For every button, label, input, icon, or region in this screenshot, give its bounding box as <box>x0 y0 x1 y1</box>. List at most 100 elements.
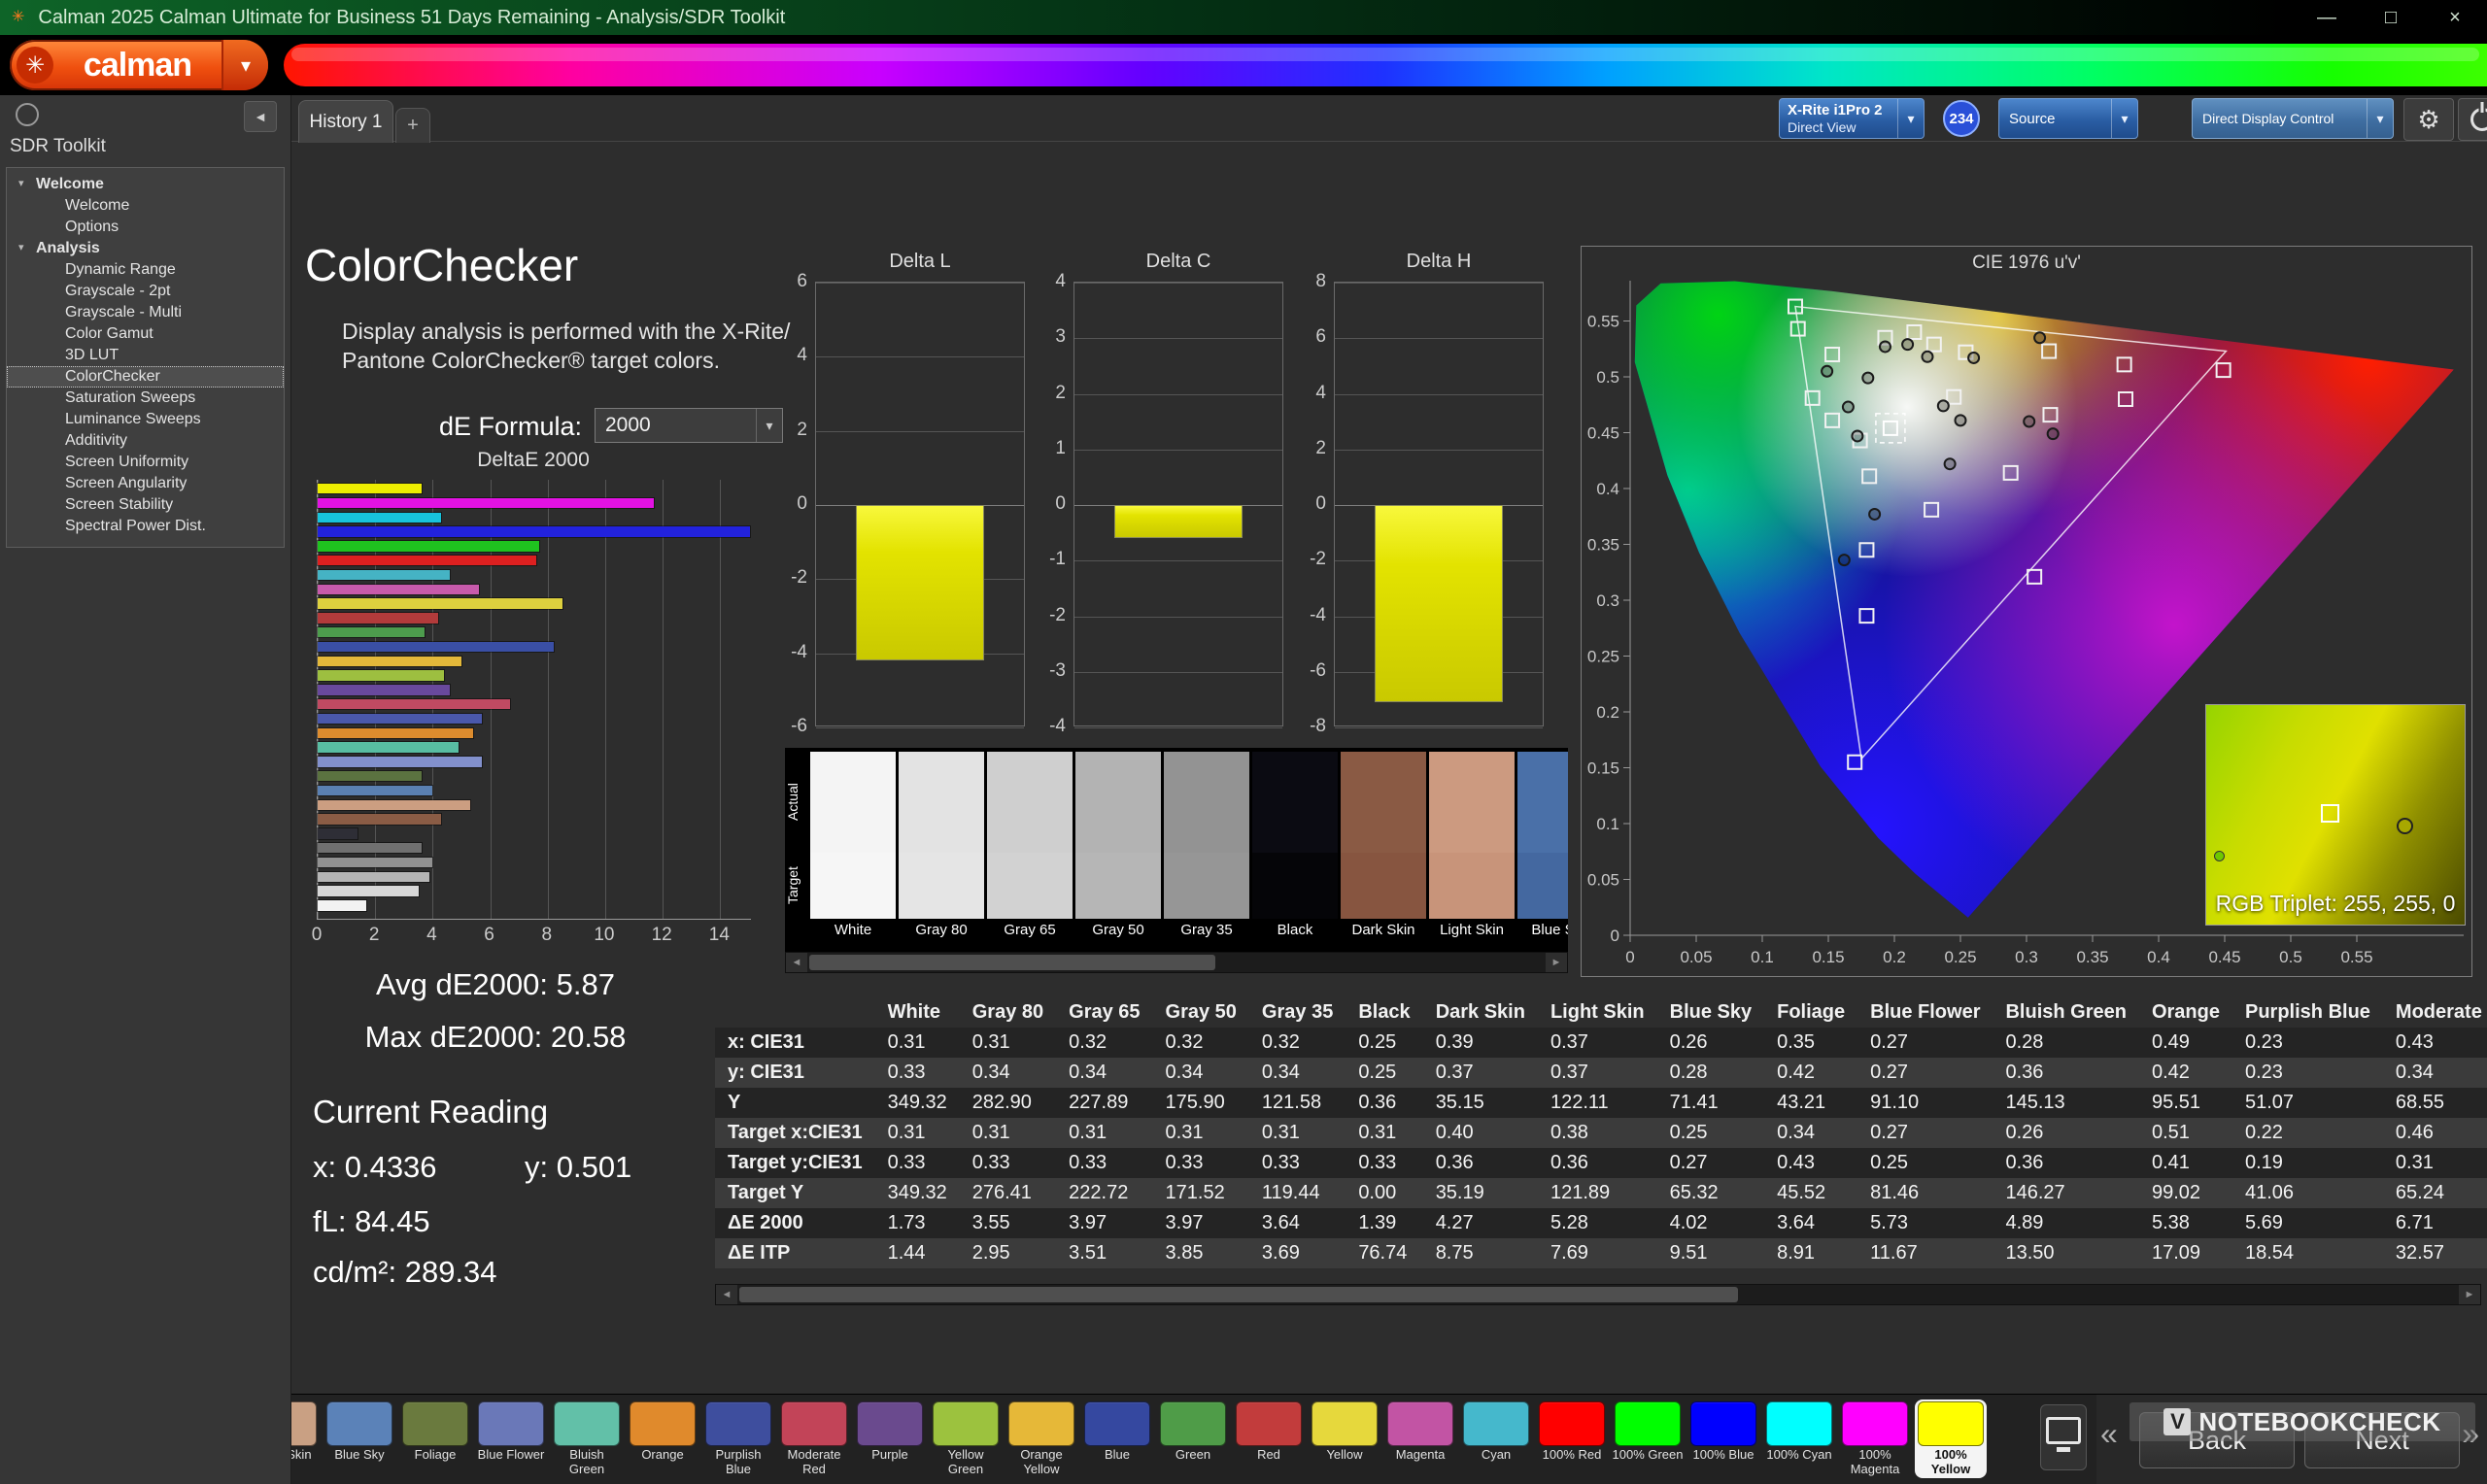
chevron-down-icon[interactable]: ▾ <box>1897 99 1924 138</box>
sidebar-item-additivity[interactable]: Additivity <box>7 430 284 452</box>
table-cell: 0.33 <box>875 1058 960 1088</box>
tree-expand-icon[interactable]: ▾ <box>18 241 24 253</box>
swatch-gray-35[interactable]: Gray 35 <box>1164 752 1249 946</box>
patch-button-100-yellow[interactable]: 100% Yellow <box>1915 1400 1987 1478</box>
patch-button-purplish-blue[interactable]: Purplish Blue <box>702 1400 774 1478</box>
gridline <box>1074 560 1282 561</box>
gridline <box>1074 672 1282 673</box>
table-cell: 0.32 <box>1153 1028 1249 1058</box>
sidebar-item-saturation-sweeps[interactable]: Saturation Sweeps <box>7 388 284 409</box>
patch-button-moderate-red[interactable]: Moderate Red <box>778 1400 850 1478</box>
swatch-white[interactable]: White <box>810 752 896 946</box>
sidebar-item-grayscale-2pt[interactable]: Grayscale - 2pt <box>7 281 284 302</box>
patch-button-cyan[interactable]: Cyan <box>1460 1400 1532 1478</box>
patch-button-100-cyan[interactable]: 100% Cyan <box>1763 1400 1835 1478</box>
bar-100-green <box>318 541 539 551</box>
calman-menu-arrow-icon[interactable]: ▾ <box>221 40 268 90</box>
swatch-target <box>1517 853 1568 919</box>
swatch-blue-sky[interactable]: Blue Sky <box>1517 752 1568 946</box>
table-cell: 5.69 <box>2232 1208 2383 1238</box>
table-cell: 43.21 <box>1764 1088 1857 1118</box>
patch-button-blue-flower[interactable]: Blue Flower <box>475 1400 547 1478</box>
scroll-left-icon[interactable]: ◄ <box>786 953 807 972</box>
sidebar-item-screen-uniformity[interactable]: Screen Uniformity <box>7 452 284 473</box>
sidebar-collapse-button[interactable]: ◄ <box>244 101 277 132</box>
swatch-gray-80[interactable]: Gray 80 <box>899 752 984 946</box>
scrollbar-thumb[interactable] <box>809 955 1215 970</box>
patch-button-blue[interactable]: Blue <box>1081 1400 1153 1478</box>
source-dropdown[interactable]: Source ▾ <box>1998 98 2138 139</box>
sidebar-item-screen-stability[interactable]: Screen Stability <box>7 494 284 516</box>
sidebar-item-spectral-power-dist[interactable]: Spectral Power Dist. <box>7 516 284 537</box>
scrollbar-thumb[interactable] <box>739 1287 1738 1302</box>
sidebar-item-grayscale-multi[interactable]: Grayscale - Multi <box>7 302 284 323</box>
pattern-window-button[interactable] <box>2040 1404 2087 1470</box>
power-button[interactable] <box>2458 98 2487 141</box>
patch-button-100-green[interactable]: 100% Green <box>1612 1400 1684 1478</box>
display-control-dropdown[interactable]: Direct Display Control ▾ <box>2192 98 2394 139</box>
patch-button-100-red[interactable]: 100% Red <box>1536 1400 1608 1478</box>
patch-button-red[interactable]: Red <box>1233 1400 1305 1478</box>
calman-logo-button[interactable]: ✳ calman ▾ <box>10 40 268 90</box>
sidebar-item-3d-lut[interactable]: 3D LUT <box>7 345 284 366</box>
tab-history-1[interactable]: History 1 <box>298 100 393 143</box>
patch-button-green[interactable]: Green <box>1157 1400 1229 1478</box>
chevron-down-icon[interactable]: ▾ <box>2111 99 2137 138</box>
settings-button[interactable]: ⚙ <box>2403 98 2454 141</box>
swatch-gray-65[interactable]: Gray 65 <box>987 752 1073 946</box>
chevron-down-icon[interactable]: ▾ <box>2367 99 2393 138</box>
swatch-black[interactable]: Black <box>1252 752 1338 946</box>
meter-dropdown[interactable]: X-Rite i1Pro 2 Direct View ▾ <box>1779 98 1925 139</box>
table-scrollbar[interactable]: ◄ ► <box>715 1284 2481 1305</box>
table-cell: 81.46 <box>1857 1178 1993 1208</box>
patch-button-magenta[interactable]: Magenta <box>1384 1400 1456 1478</box>
swatch-scrollbar[interactable]: ◄ ► <box>785 952 1568 973</box>
table-cell: 0.31 <box>1153 1118 1249 1148</box>
patch-button-light-skin[interactable]: Light Skin <box>291 1400 320 1478</box>
avg-de2000-value: Avg dE2000: 5.87 <box>291 967 699 1002</box>
sidebar-item-luminance-sweeps[interactable]: Luminance Sweeps <box>7 409 284 430</box>
sidebar-item-label: Screen Stability <box>65 496 173 514</box>
sidebar-item-color-gamut[interactable]: Color Gamut <box>7 323 284 345</box>
axis-tick-label: -6 <box>1310 660 1326 682</box>
patch-button-yellow-green[interactable]: Yellow Green <box>930 1400 1002 1478</box>
tree-expand-icon[interactable]: ▾ <box>18 177 24 189</box>
sidebar-item-analysis[interactable]: ▾Analysis <box>7 238 284 259</box>
measured-point <box>1822 366 1832 377</box>
sidebar-item-dynamic-range[interactable]: Dynamic Range <box>7 259 284 281</box>
scroll-right-icon[interactable]: ► <box>1546 953 1567 972</box>
patch-button-100-blue[interactable]: 100% Blue <box>1687 1400 1759 1478</box>
de-formula-dropdown[interactable]: 2000 ▾ <box>595 408 783 443</box>
maximize-button[interactable]: □ <box>2359 7 2423 29</box>
table-cell: 0.37 <box>1538 1058 1657 1088</box>
patch-swatch <box>1387 1401 1453 1446</box>
patch-button-purple[interactable]: Purple <box>854 1400 926 1478</box>
patch-button-yellow[interactable]: Yellow <box>1309 1400 1380 1478</box>
scroll-right-icon[interactable]: ► <box>2459 1285 2480 1304</box>
sidebar-item-screen-angularity[interactable]: Screen Angularity <box>7 473 284 494</box>
patch-button-bluish-green[interactable]: Bluish Green <box>551 1400 623 1478</box>
close-button[interactable]: × <box>2423 7 2487 29</box>
minimize-button[interactable]: — <box>2295 7 2359 29</box>
rgb-triplet-label: RGB Triplet: 255, 255, 0 <box>2206 891 2465 917</box>
patch-button-100-magenta[interactable]: 100% Magenta <box>1839 1400 1911 1478</box>
sidebar-item-welcome[interactable]: ▾Welcome <box>7 174 284 195</box>
bar-bluish-green <box>318 742 459 752</box>
svg-text:0: 0 <box>1625 948 1634 966</box>
scroll-left-icon[interactable]: ◄ <box>716 1285 737 1304</box>
swatch-dark-skin[interactable]: Dark Skin <box>1341 752 1426 946</box>
patch-button-orange-yellow[interactable]: Orange Yellow <box>1005 1400 1077 1478</box>
scrollbar-track[interactable] <box>737 1285 2459 1304</box>
add-tab-button[interactable]: + <box>395 108 430 143</box>
patch-button-orange[interactable]: Orange <box>627 1400 698 1478</box>
patch-button-foliage[interactable]: Foliage <box>399 1400 471 1478</box>
scrollbar-track[interactable] <box>807 953 1546 972</box>
sidebar-item-colorchecker[interactable]: ColorChecker <box>7 366 284 388</box>
sidebar-item-welcome[interactable]: Welcome <box>7 195 284 217</box>
swatch-gray-50[interactable]: Gray 50 <box>1075 752 1161 946</box>
swatch-light-skin[interactable]: Light Skin <box>1429 752 1515 946</box>
table-cell: 35.19 <box>1423 1178 1538 1208</box>
patch-button-blue-sky[interactable]: Blue Sky <box>324 1400 395 1478</box>
sidebar-item-options[interactable]: Options <box>7 217 284 238</box>
back-chevrons-icon[interactable]: « <box>2100 1416 2118 1452</box>
